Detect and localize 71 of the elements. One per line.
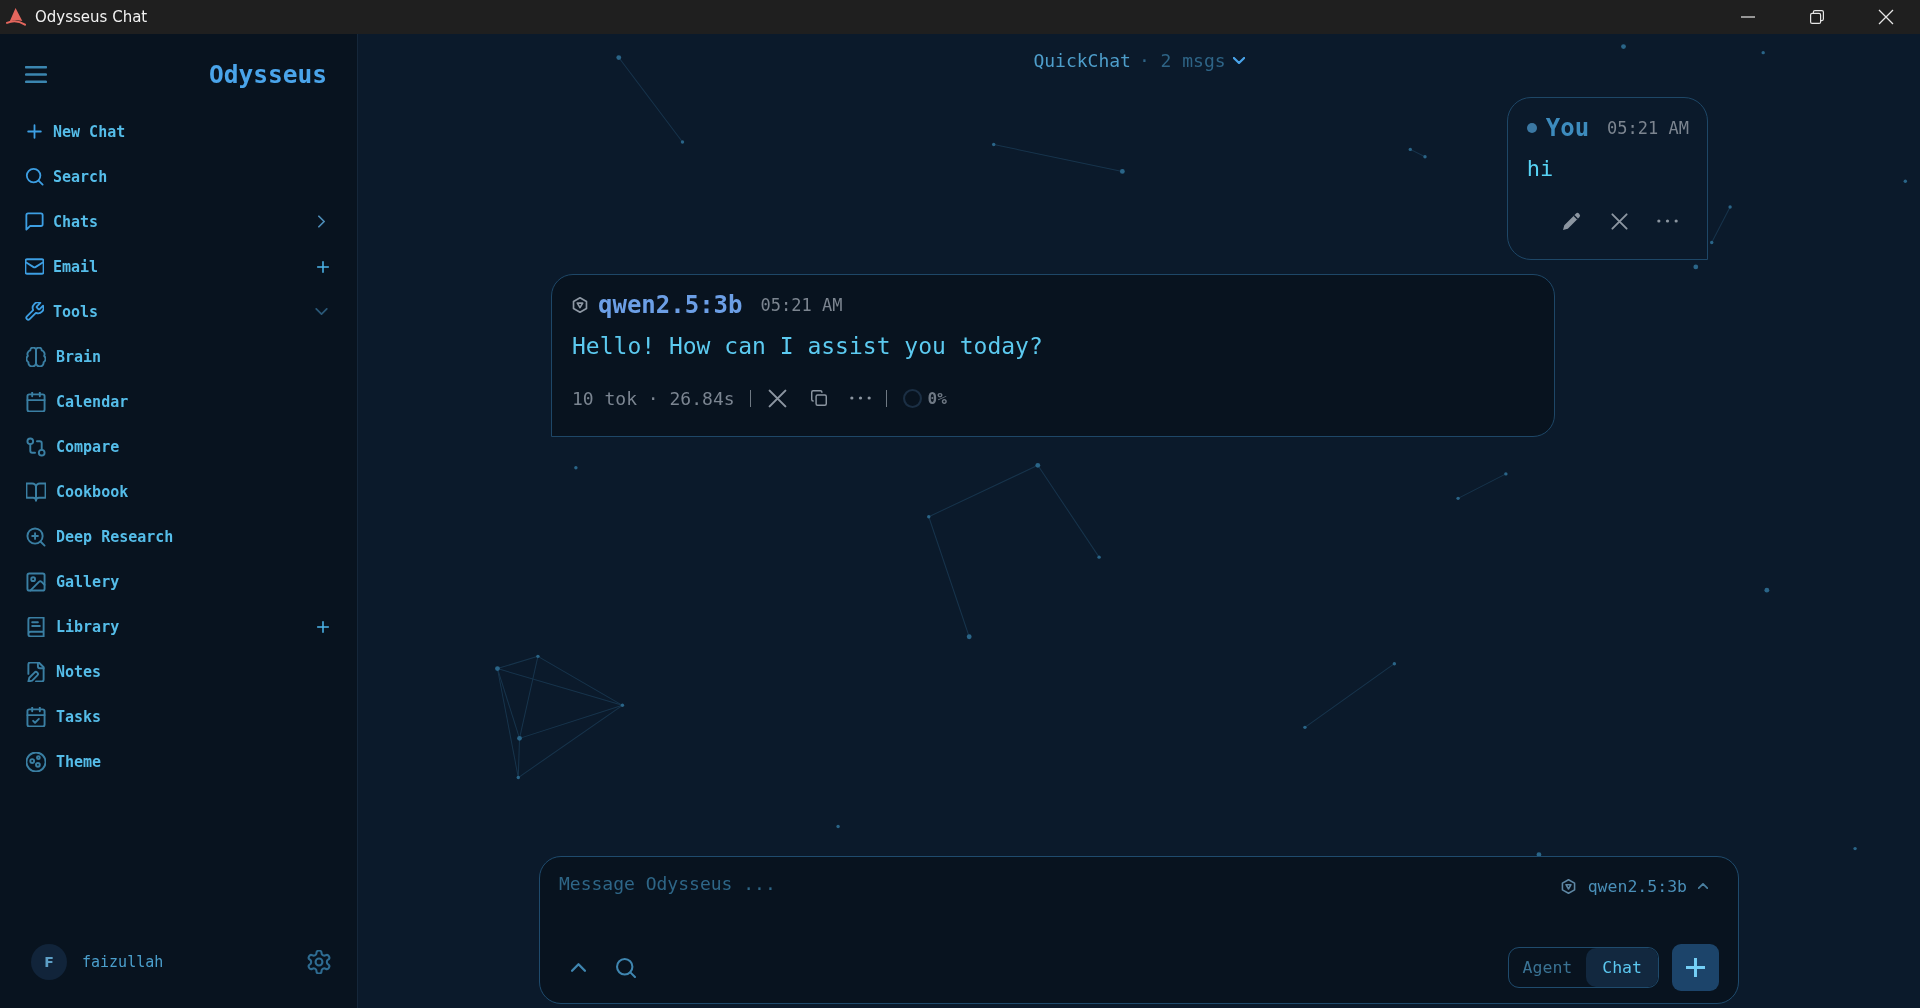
- zoom-in-icon: [26, 526, 46, 547]
- x-icon[interactable]: [766, 387, 788, 409]
- message-stats: 10 tok · 26.84s: [572, 387, 735, 409]
- chevron-down-icon: [1232, 56, 1245, 64]
- open-book-icon: [26, 481, 46, 502]
- message-time: 05:21 AM: [760, 295, 843, 315]
- search-icon[interactable]: [616, 957, 636, 978]
- message-author: qwen2.5:3b: [598, 291, 743, 319]
- file-pen-icon: [26, 661, 46, 682]
- more-icon[interactable]: [1657, 219, 1678, 223]
- mode-tab[interactable]: Chat: [1586, 948, 1658, 987]
- copy-icon[interactable]: [810, 390, 827, 406]
- image-icon: [26, 571, 46, 592]
- plus-icon[interactable]: [315, 258, 331, 275]
- search-icon: [25, 167, 44, 186]
- sidebar-item[interactable]: Cookbook: [25, 469, 331, 514]
- book-icon: [26, 616, 46, 637]
- branch-compare-icon: [26, 436, 46, 457]
- ring-icon: [902, 388, 922, 408]
- sidebar-item[interactable]: Calendar: [25, 379, 331, 424]
- hexagon-icon: [572, 297, 588, 313]
- chat-bubble-icon: [25, 212, 44, 231]
- message-text: Hello! How can I assist you today?: [572, 332, 1043, 361]
- calendar-check-icon: [26, 706, 46, 727]
- hexagon-icon: [1560, 878, 1576, 894]
- message-time: 05:21 AM: [1607, 118, 1689, 138]
- sidebar-item[interactable]: Email: [25, 244, 315, 289]
- window-title: Odysseus Chat: [35, 8, 148, 26]
- sidebar-item[interactable]: Gallery: [25, 559, 331, 604]
- x-icon[interactable]: [1610, 211, 1629, 231]
- usage-reading: 0%: [927, 388, 947, 408]
- menu-icon[interactable]: [25, 65, 47, 83]
- sidebar-item[interactable]: Tools: [25, 289, 331, 334]
- pencil-icon[interactable]: [1562, 211, 1582, 231]
- caret-up-icon: [1698, 883, 1708, 889]
- calendar-icon: [26, 391, 46, 412]
- plus-icon: [1686, 958, 1705, 977]
- model-selector[interactable]: qwen2.5:3b: [1560, 876, 1708, 896]
- sail-icon: [6, 8, 26, 26]
- brain-icon: [26, 346, 46, 367]
- conversation-dropdown[interactable]: QuickChat · 2 msgs: [1033, 48, 1245, 72]
- sidebar-item[interactable]: Deep Research: [25, 514, 331, 559]
- envelope-icon: [25, 257, 44, 276]
- settings-icon[interactable]: [307, 950, 331, 974]
- sidebar-item[interactable]: New Chat: [25, 109, 331, 154]
- palette-icon: [26, 751, 46, 772]
- sidebar-item[interactable]: Theme: [25, 739, 331, 784]
- sidebar-item[interactable]: Brain: [25, 334, 331, 379]
- restore-icon[interactable]: [1809, 10, 1824, 24]
- sidebar-item[interactable]: Search: [25, 154, 331, 199]
- sidebar-item[interactable]: Library: [25, 604, 315, 649]
- sidebar-item[interactable]: Tasks: [25, 694, 331, 739]
- message-author: You: [1545, 114, 1590, 142]
- user-name: faizullah: [82, 953, 164, 971]
- plus-icon[interactable]: [315, 618, 331, 635]
- message-text: hi: [1526, 155, 1554, 183]
- more-icon[interactable]: [849, 396, 871, 400]
- add-button[interactable]: [1672, 944, 1719, 991]
- message-input[interactable]: Message Odysseus ...: [559, 868, 1561, 898]
- user-avatar: F: [31, 944, 67, 980]
- dot-icon: [1526, 123, 1537, 133]
- sidebar-item[interactable]: Compare: [25, 424, 331, 469]
- wrench-icon: [25, 302, 44, 321]
- chevron-up-icon[interactable]: [571, 963, 586, 972]
- app-name: Odysseus: [209, 59, 327, 89]
- mode-tab[interactable]: Agent: [1508, 948, 1587, 987]
- sidebar-item[interactable]: Chats: [25, 199, 331, 244]
- sidebar-item[interactable]: Notes: [25, 649, 331, 694]
- close-icon[interactable]: [1877, 9, 1894, 25]
- minimize-icon[interactable]: [1740, 16, 1755, 18]
- plus-icon: [25, 122, 44, 141]
